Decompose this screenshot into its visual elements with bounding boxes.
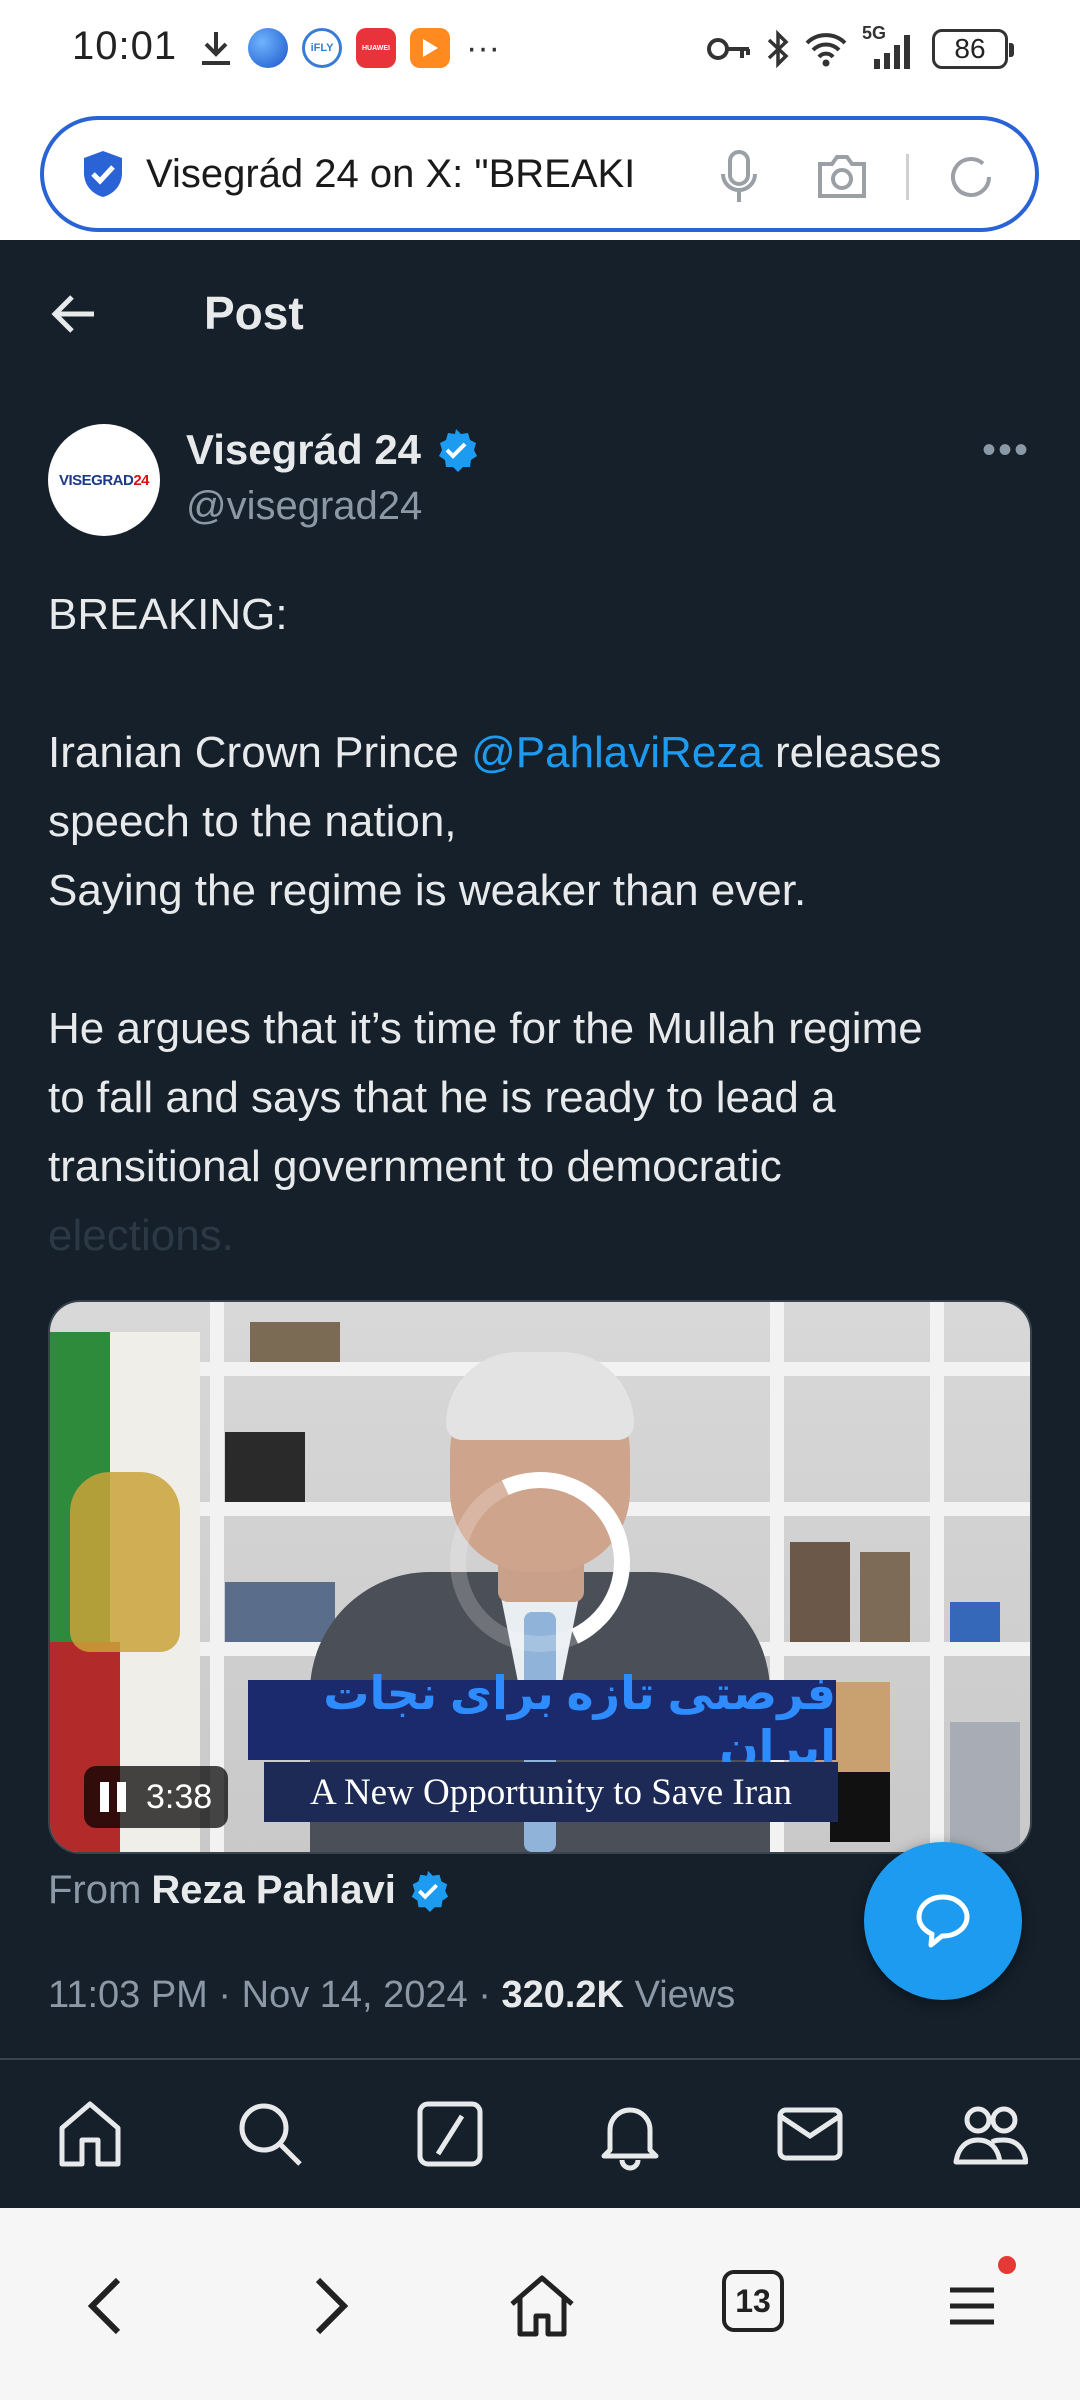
video-player[interactable]: فرصتی تازه برای نجات ایران A New Opportu… xyxy=(48,1300,1032,1854)
forward-chevron-icon[interactable] xyxy=(290,2268,366,2344)
notifications-bell-icon[interactable] xyxy=(592,2096,668,2172)
reply-fab-button[interactable] xyxy=(864,1842,1022,2000)
tweet-line: Saying the regime is weaker than ever. xyxy=(48,866,807,915)
tweet-text-segment: Iranian Crown Prince xyxy=(48,728,472,777)
microphone-icon[interactable] xyxy=(719,150,759,206)
tweet-line: BREAKING: xyxy=(48,590,288,639)
download-icon xyxy=(202,32,230,65)
browser-navigation-bar xyxy=(0,2208,1080,2400)
ifly-app-icon: iFLY xyxy=(302,28,342,68)
tweet-text: BREAKING: Iranian Crown Prince @PahlaviR… xyxy=(48,580,1038,1270)
camera-icon[interactable] xyxy=(814,150,870,202)
system-icons: 5G 86 xyxy=(706,23,1014,72)
status-time: 10:01 xyxy=(72,24,178,68)
browser-home-icon[interactable] xyxy=(504,2268,580,2344)
address-bar[interactable]: Visegrád 24 on X: "BREAKI xyxy=(40,116,1039,232)
browser-toolbar: Visegrád 24 on X: "BREAKI xyxy=(0,102,1080,240)
tweet-line: speech to the nation, xyxy=(48,797,457,846)
post-time: 11:03 PM xyxy=(48,1974,208,2016)
home-icon[interactable] xyxy=(52,2096,128,2172)
post-meta: 11:03 PM · Nov 14, 2024 · 320.2K Views xyxy=(48,1974,735,2017)
meta-separator: · xyxy=(478,1974,491,2016)
bluetooth-icon xyxy=(767,29,789,69)
author-name[interactable]: Visegrád 24 xyxy=(186,426,479,474)
messages-icon[interactable] xyxy=(772,2096,848,2172)
shield-check-icon[interactable] xyxy=(80,149,126,199)
verified-badge-icon xyxy=(439,429,478,472)
communities-icon[interactable] xyxy=(952,2096,1028,2172)
flag-emblem xyxy=(70,1472,180,1652)
chat-bubble-icon xyxy=(916,1894,970,1948)
author-handle[interactable]: @visegrad24 xyxy=(186,484,422,529)
url-bar-divider xyxy=(906,154,909,200)
views-count[interactable]: 320.2K xyxy=(501,1974,624,2016)
tweet-line: to fall and says that he is ready to lea… xyxy=(48,1073,836,1122)
tweet-line: He argues that it’s time for the Mullah … xyxy=(48,1004,923,1053)
picture-frame xyxy=(860,1552,910,1642)
status-bar: 10:01 iFLY HUAWEI ··· 5G 86 xyxy=(0,0,1080,102)
search-icon[interactable] xyxy=(232,2096,308,2172)
video-duration: 3:38 xyxy=(146,1777,213,1816)
notification-icons: iFLY HUAWEI ··· xyxy=(198,26,500,70)
book xyxy=(950,1722,1020,1852)
source-name[interactable]: Reza Pahlavi xyxy=(151,1868,396,1913)
bottom-tab-bar xyxy=(0,2060,1080,2208)
book xyxy=(950,1602,1000,1642)
avatar[interactable]: VISEGRAD 24 xyxy=(48,424,160,536)
tweet-line: transitional government to democratic xyxy=(48,1142,782,1191)
video-app-icon xyxy=(410,28,450,68)
back-arrow-icon[interactable] xyxy=(48,288,100,340)
more-options-icon[interactable]: ••• xyxy=(982,428,1030,473)
verified-badge-icon xyxy=(411,1870,448,1912)
tabs-count-button[interactable]: 13 xyxy=(722,2270,784,2332)
meta-separator: · xyxy=(218,1974,232,2016)
post-header: Post xyxy=(0,240,1080,390)
browser-app-icon xyxy=(248,28,288,68)
refresh-icon[interactable] xyxy=(944,150,998,204)
book xyxy=(225,1582,335,1642)
menu-icon[interactable] xyxy=(934,2268,1010,2344)
box xyxy=(830,1772,890,1842)
video-caption-persian: فرصتی تازه برای نجات ایران xyxy=(248,1667,836,1773)
key-icon xyxy=(707,38,750,60)
book xyxy=(225,1432,305,1502)
mention-link[interactable]: @PahlaviReza xyxy=(471,728,763,777)
signal-icon: 5G xyxy=(862,23,918,71)
post-date: Nov 14, 2024 xyxy=(241,1974,468,2016)
video-source: From Reza Pahlavi xyxy=(48,1868,450,1913)
page-title: Post xyxy=(204,287,304,339)
tweet-line-truncated: elections. xyxy=(48,1211,234,1260)
author-name-text[interactable]: Visegrád 24 xyxy=(186,426,421,474)
battery-indicator: 86 xyxy=(932,29,1014,69)
avatar-text-number: 24 xyxy=(133,471,150,489)
views-label: Views xyxy=(634,1974,736,2016)
picture-frame xyxy=(790,1542,850,1642)
shelf-divider xyxy=(930,1302,944,1852)
from-label: From xyxy=(48,1868,142,1912)
video-caption-english: A New Opportunity to Save Iran xyxy=(264,1762,838,1822)
back-chevron-icon[interactable] xyxy=(70,2268,146,2344)
more-notifications-icon: ··· xyxy=(466,29,500,67)
notification-dot xyxy=(998,2256,1016,2274)
avatar-text: VISEGRAD xyxy=(58,471,134,489)
tweet-line: Iranian Crown Prince @PahlaviReza releas… xyxy=(48,718,1038,787)
pause-icon[interactable] xyxy=(100,1782,128,1812)
wifi-icon xyxy=(805,33,847,67)
video-controls[interactable]: 3:38 xyxy=(84,1766,229,1828)
tweet-text-segment: releases xyxy=(762,728,942,777)
grok-icon[interactable] xyxy=(412,2096,488,2172)
url-text[interactable]: Visegrád 24 on X: "BREAKI xyxy=(146,152,676,197)
huawei-app-icon: HUAWEI xyxy=(356,28,396,68)
book xyxy=(250,1322,340,1362)
